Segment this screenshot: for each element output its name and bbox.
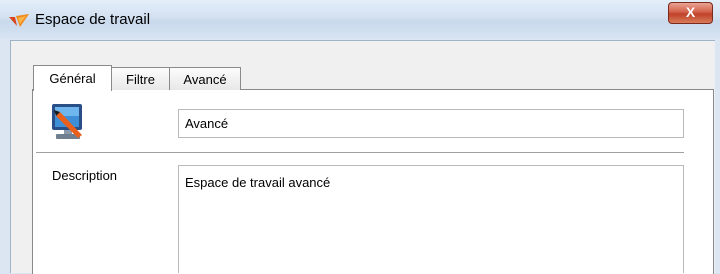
separator [36,152,684,153]
title-bar[interactable]: Espace de travail X [0,0,720,38]
tab-general-label: Général [49,71,96,86]
tab-filtre[interactable]: Filtre [111,67,170,90]
workspace-name-input[interactable]: Avancé [178,109,684,138]
workspace-logo-icon [9,14,29,27]
window-title: Espace de travail [35,11,151,28]
workspace-monitor-icon [52,104,82,139]
description-textarea[interactable]: Espace de travail avancé [178,165,684,273]
tab-filtre-label: Filtre [126,72,155,87]
tab-avance[interactable]: Avancé [169,67,241,90]
tab-avance-label: Avancé [183,72,227,87]
description-label: Description [52,168,118,183]
close-button[interactable]: X [668,2,713,24]
tab-general[interactable]: Général [33,65,112,91]
